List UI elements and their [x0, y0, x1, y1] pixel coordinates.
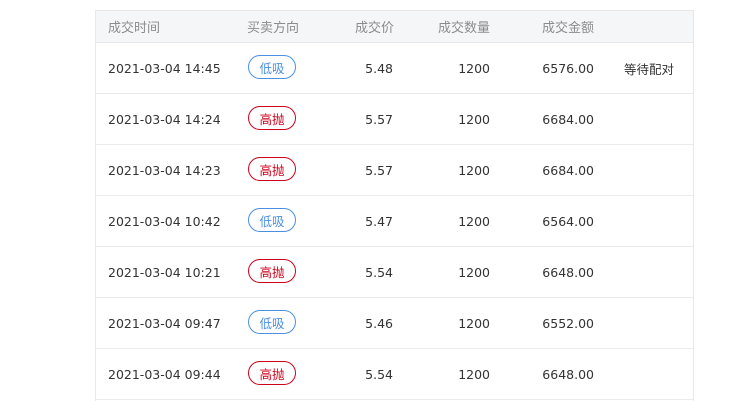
table-row[interactable]: 2021-03-04 14:23 高抛 5.57 1200 6684.00 — [96, 145, 693, 196]
trade-price: 5.48 — [365, 60, 393, 76]
table-row[interactable]: 2021-03-04 09:44 高抛 5.54 1200 6648.00 — [96, 349, 693, 400]
table-row[interactable]: 2021-03-04 10:21 高抛 5.54 1200 6648.00 — [96, 247, 693, 298]
buy-low-badge: 低吸 — [248, 55, 296, 79]
trade-quantity: 1200 — [458, 213, 490, 229]
trade-price: 5.57 — [365, 162, 393, 178]
trade-time: 2021-03-04 14:24 — [108, 111, 221, 127]
direction-cell: 高抛 — [248, 145, 296, 195]
buy-low-badge: 低吸 — [248, 310, 296, 334]
trade-amount: 6576.00 — [542, 60, 594, 76]
trade-quantity: 1200 — [458, 366, 490, 382]
header-time[interactable]: 成交时间 — [108, 11, 160, 42]
trade-amount: 6648.00 — [542, 264, 594, 280]
table-row[interactable]: 2021-03-04 09:47 低吸 5.46 1200 6552.00 — [96, 298, 693, 349]
table-row[interactable]: 2021-03-04 14:45 低吸 5.48 1200 6576.00 等待配对 — [96, 43, 693, 94]
trade-quantity: 1200 — [458, 315, 490, 331]
trade-price: 5.47 — [365, 213, 393, 229]
trade-price: 5.54 — [365, 366, 393, 382]
trade-status: 等待配对 — [624, 61, 675, 77]
header-amount[interactable]: 成交金额 — [542, 11, 594, 42]
direction-cell: 高抛 — [248, 247, 296, 297]
sell-high-badge: 高抛 — [248, 259, 296, 283]
direction-cell: 低吸 — [248, 43, 296, 93]
header-price[interactable]: 成交价 — [355, 11, 394, 42]
trade-quantity: 1200 — [458, 60, 490, 76]
trade-amount: 6552.00 — [542, 315, 594, 331]
trade-time: 2021-03-04 10:42 — [108, 213, 221, 229]
header-direction[interactable]: 买卖方向 — [247, 11, 299, 42]
trade-time: 2021-03-04 09:44 — [108, 366, 221, 382]
sell-high-badge: 高抛 — [248, 106, 296, 130]
trade-time: 2021-03-04 10:21 — [108, 264, 221, 280]
sell-high-badge: 高抛 — [248, 361, 296, 385]
trade-time: 2021-03-04 14:23 — [108, 162, 221, 178]
trade-amount: 6564.00 — [542, 213, 594, 229]
table-header: 成交时间 买卖方向 成交价 成交数量 成交金额 — [96, 11, 693, 43]
direction-cell: 低吸 — [248, 196, 296, 246]
sell-high-badge: 高抛 — [248, 157, 296, 181]
buy-low-badge: 低吸 — [248, 208, 296, 232]
trade-time: 2021-03-04 14:45 — [108, 60, 221, 76]
trade-amount: 6684.00 — [542, 111, 594, 127]
trade-price: 5.54 — [365, 264, 393, 280]
direction-cell: 高抛 — [248, 94, 296, 144]
table-body: 2021-03-04 14:45 低吸 5.48 1200 6576.00 等待配对 202… — [96, 43, 693, 400]
trade-price: 5.57 — [365, 111, 393, 127]
trade-quantity: 1200 — [458, 162, 490, 178]
trade-quantity: 1200 — [458, 264, 490, 280]
trade-time: 2021-03-04 09:47 — [108, 315, 221, 331]
direction-cell: 低吸 — [248, 298, 296, 348]
trade-price: 5.46 — [365, 315, 393, 331]
header-quantity[interactable]: 成交数量 — [438, 11, 490, 42]
table-row[interactable]: 2021-03-04 10:42 低吸 5.47 1200 6564.00 — [96, 196, 693, 247]
direction-cell: 高抛 — [248, 349, 296, 399]
trade-amount: 6648.00 — [542, 366, 594, 382]
trade-quantity: 1200 — [458, 111, 490, 127]
trade-amount: 6684.00 — [542, 162, 594, 178]
table-row[interactable]: 2021-03-04 14:24 高抛 5.57 1200 6684.00 — [96, 94, 693, 145]
trade-records-table: 成交时间 买卖方向 成交价 成交数量 成交金额 2021-03-04 14:45… — [95, 10, 694, 401]
